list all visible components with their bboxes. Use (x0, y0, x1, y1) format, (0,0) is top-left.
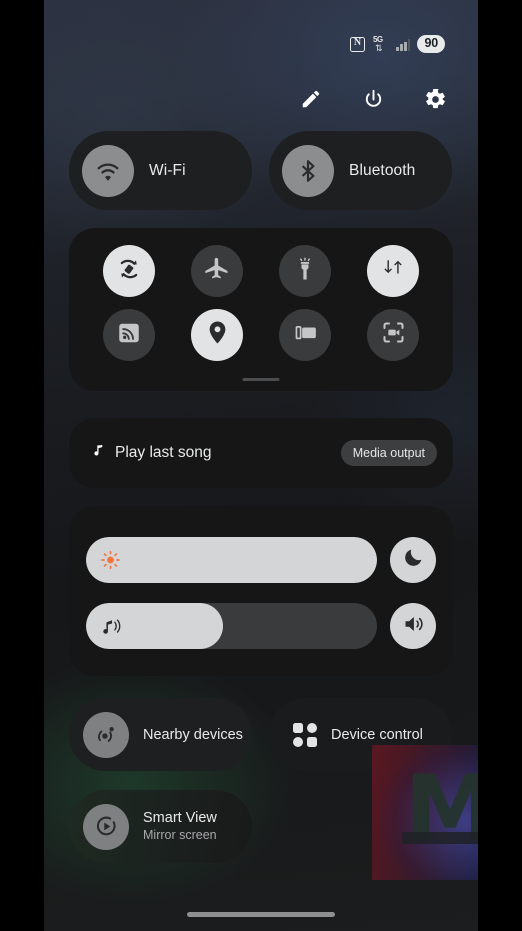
nearby-devices-label: Nearby devices (143, 726, 243, 743)
5g-network-icon: 5G ⇅ (372, 35, 389, 53)
nfc-icon (349, 35, 365, 52)
smart-view-button[interactable]: Smart View Mirror screen (69, 790, 252, 863)
watermark-letter: M (404, 754, 478, 862)
home-indicator[interactable] (187, 912, 335, 917)
volume-button[interactable] (390, 603, 436, 649)
battery-indicator: 90 (417, 35, 445, 53)
media-volume-icon (100, 615, 125, 637)
brightness-sun-icon (100, 550, 121, 571)
brightness-slider[interactable] (86, 537, 377, 583)
watermark-bar (402, 832, 478, 844)
media-title: Play last song (115, 444, 212, 461)
media-info[interactable]: Play last song (91, 442, 212, 464)
status-bar: 5G ⇅ 90 (349, 34, 445, 54)
cast-icon (116, 320, 142, 351)
connectivity-row: Wi-Fi Bluetooth (69, 131, 452, 210)
screen-record-icon (380, 319, 407, 351)
panel-drag-handle[interactable] (242, 377, 280, 381)
mobile-data-toggle[interactable] (367, 245, 419, 297)
phone-quick-settings-panel: 5G ⇅ 90 Wi- (44, 0, 478, 931)
airplane-icon (203, 255, 231, 288)
flashlight-icon (291, 255, 319, 288)
wifi-icon (82, 144, 134, 197)
quick-toggles-row-1 (69, 245, 453, 297)
airplane-mode-toggle[interactable] (191, 245, 243, 297)
nearby-devices-button[interactable]: Nearby devices (69, 698, 252, 771)
shortcut-row-1: Nearby devices Device control (69, 698, 452, 771)
screen-record-toggle[interactable] (367, 309, 419, 361)
quick-toggles-grid (69, 245, 453, 361)
multi-window-toggle[interactable] (279, 309, 331, 361)
pencil-edit-icon[interactable] (294, 82, 328, 116)
signal-bars-icon (395, 38, 411, 51)
cast-toggle[interactable] (103, 309, 155, 361)
device-control-label: Device control (331, 726, 423, 743)
wifi-label: Wi-Fi (149, 161, 186, 179)
power-icon[interactable] (356, 82, 390, 116)
music-note-icon (91, 442, 106, 464)
media-output-button[interactable]: Media output (340, 440, 437, 466)
moon-dark-mode-icon (402, 546, 425, 574)
auto-rotate-toggle[interactable] (103, 245, 155, 297)
bluetooth-toggle[interactable]: Bluetooth (269, 131, 452, 210)
smart-view-title: Smart View (143, 810, 217, 826)
quick-toggles-row-2 (69, 309, 453, 361)
device-control-button[interactable]: Device control (269, 698, 452, 771)
smart-view-play-icon (83, 803, 129, 850)
shortcut-row-2: Smart View Mirror screen (69, 790, 252, 863)
volume-slider[interactable] (86, 603, 377, 649)
media-panel: Play last song Media output (69, 418, 453, 488)
data-arrows: ⇅ (374, 42, 382, 53)
speaker-icon (401, 612, 426, 641)
header-icon-row (294, 82, 452, 116)
auto-rotate-icon (114, 254, 144, 289)
nearby-share-icon (83, 711, 129, 758)
multi-window-icon (292, 319, 319, 351)
location-toggle[interactable] (191, 309, 243, 361)
brightness-row (69, 534, 453, 586)
smart-view-text: Smart View Mirror screen (143, 810, 217, 843)
wifi-toggle[interactable]: Wi-Fi (69, 131, 252, 210)
device-grid-icon (293, 722, 317, 747)
volume-row (69, 600, 453, 652)
brightness-slider-fill (86, 537, 377, 583)
dark-mode-button[interactable] (390, 537, 436, 583)
bluetooth-icon (282, 144, 334, 197)
gear-settings-icon[interactable] (418, 82, 452, 116)
sliders-panel (69, 506, 453, 676)
smart-view-subtitle: Mirror screen (143, 828, 217, 842)
screenshot-root: 5G ⇅ 90 Wi- (0, 0, 522, 931)
quick-toggles-panel (69, 228, 453, 391)
location-pin-icon (204, 319, 231, 351)
mobile-data-icon (380, 256, 406, 287)
bluetooth-label: Bluetooth (349, 161, 416, 179)
flashlight-toggle[interactable] (279, 245, 331, 297)
